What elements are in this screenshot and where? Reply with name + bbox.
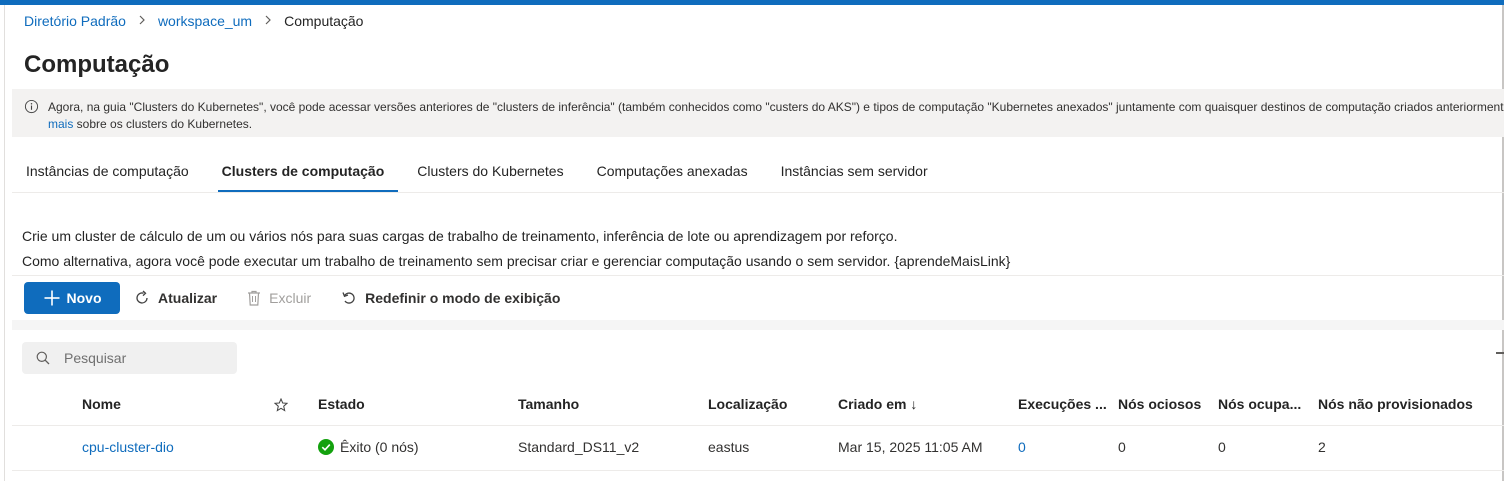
info-text: Agora, na guia "Clusters do Kubernetes",…: [48, 100, 1504, 114]
learn-more-link[interactable]: mais: [48, 117, 73, 131]
tab-compute-clusters[interactable]: Clusters de computação: [208, 150, 399, 192]
column-header-location[interactable]: Localização: [708, 385, 787, 425]
info-text-end: sobre os clusters do Kubernetes.: [73, 117, 253, 131]
tab-kubernetes-clusters[interactable]: Clusters do Kubernetes: [403, 150, 577, 192]
left-divider: [4, 5, 5, 481]
cluster-runs-link[interactable]: 0: [1018, 426, 1026, 470]
search-box[interactable]: [22, 342, 237, 374]
cluster-unprovisioned-nodes: 2: [1318, 439, 1326, 455]
refresh-button-label: Atualizar: [158, 290, 218, 306]
tab-bar: Instâncias de computação Clusters de com…: [12, 150, 947, 192]
refresh-icon: [136, 290, 148, 304]
column-header-size[interactable]: Tamanho: [518, 385, 579, 425]
delete-button[interactable]: Excluir: [247, 290, 311, 306]
plus-icon: [44, 290, 59, 306]
chevron-right-icon: [138, 14, 146, 28]
new-button-label: Novo: [66, 290, 102, 306]
description-line-2: Como alternativa, agora você pode execut…: [22, 253, 1011, 269]
search-icon: [36, 351, 50, 365]
column-header-unprovisioned-nodes[interactable]: Nós não provisionados: [1318, 385, 1473, 425]
description-line-1: Crie um cluster de cálculo de um ou vári…: [22, 228, 898, 244]
breadcrumb-workspace[interactable]: workspace_um: [158, 13, 252, 29]
breadcrumb: Diretório Padrão workspace_um Computação: [24, 12, 363, 30]
column-header-name[interactable]: Nome: [82, 385, 121, 425]
trash-icon: [248, 290, 261, 306]
search-input[interactable]: [62, 349, 216, 367]
reset-view-button[interactable]: Redefinir o modo de exibição: [341, 290, 560, 306]
panel-separator: [12, 320, 1504, 330]
filter-icon[interactable]: [1496, 352, 1504, 354]
chevron-right-icon: [264, 14, 272, 28]
cluster-name-link[interactable]: cpu-cluster-dio: [82, 426, 174, 470]
reset-icon: [342, 292, 355, 304]
column-header-idle-nodes[interactable]: Nós ociosos: [1118, 385, 1201, 425]
cluster-state: Êxito (0 nós): [318, 426, 419, 470]
success-check-icon: [318, 439, 334, 455]
info-banner: Agora, na guia "Clusters do Kubernetes",…: [12, 89, 1504, 137]
refresh-button[interactable]: Atualizar: [134, 290, 217, 306]
star-icon[interactable]: [273, 385, 289, 425]
tab-divider: [12, 192, 1504, 193]
cluster-location: eastus: [708, 439, 750, 455]
breadcrumb-directory[interactable]: Diretório Padrão: [24, 13, 126, 29]
tab-compute-instances[interactable]: Instâncias de computação: [12, 150, 203, 192]
toolbar-divider: [12, 275, 1504, 276]
column-header-runs[interactable]: Execuções ...: [1018, 385, 1107, 425]
reset-view-label: Redefinir o modo de exibição: [365, 290, 561, 306]
command-bar: Novo Atualizar Excluir Redefinir o modo …: [24, 282, 560, 314]
cluster-created: Mar 15, 2025 11:05 AM: [838, 439, 983, 455]
column-header-busy-nodes[interactable]: Nós ocupa...: [1218, 385, 1301, 425]
table-row[interactable]: cpu-cluster-dio Êxito (0 nós) Standard_D…: [12, 426, 1504, 471]
page-title: Computação: [24, 51, 170, 78]
delete-button-label: Excluir: [269, 290, 312, 306]
top-accent-bar: [0, 0, 1504, 5]
cluster-size: Standard_DS11_v2: [518, 439, 640, 455]
cluster-idle-nodes: 0: [1118, 439, 1126, 455]
table-header: Nome Estado Tamanho Localização Criado e…: [12, 385, 1504, 426]
state-text: Êxito (0 nós): [340, 439, 419, 455]
info-icon: [24, 99, 39, 114]
cluster-busy-nodes: 0: [1218, 439, 1226, 455]
column-header-state[interactable]: Estado: [318, 385, 365, 425]
tab-attached-computes[interactable]: Computações anexadas: [583, 150, 762, 192]
tab-serverless-instances[interactable]: Instâncias sem servidor: [767, 150, 942, 192]
breadcrumb-current: Computação: [284, 13, 364, 29]
column-header-created[interactable]: Criado em ↓: [838, 385, 917, 425]
new-button[interactable]: Novo: [24, 282, 120, 314]
info-text-continued: mais sobre os clusters do Kubernetes.: [48, 116, 252, 133]
